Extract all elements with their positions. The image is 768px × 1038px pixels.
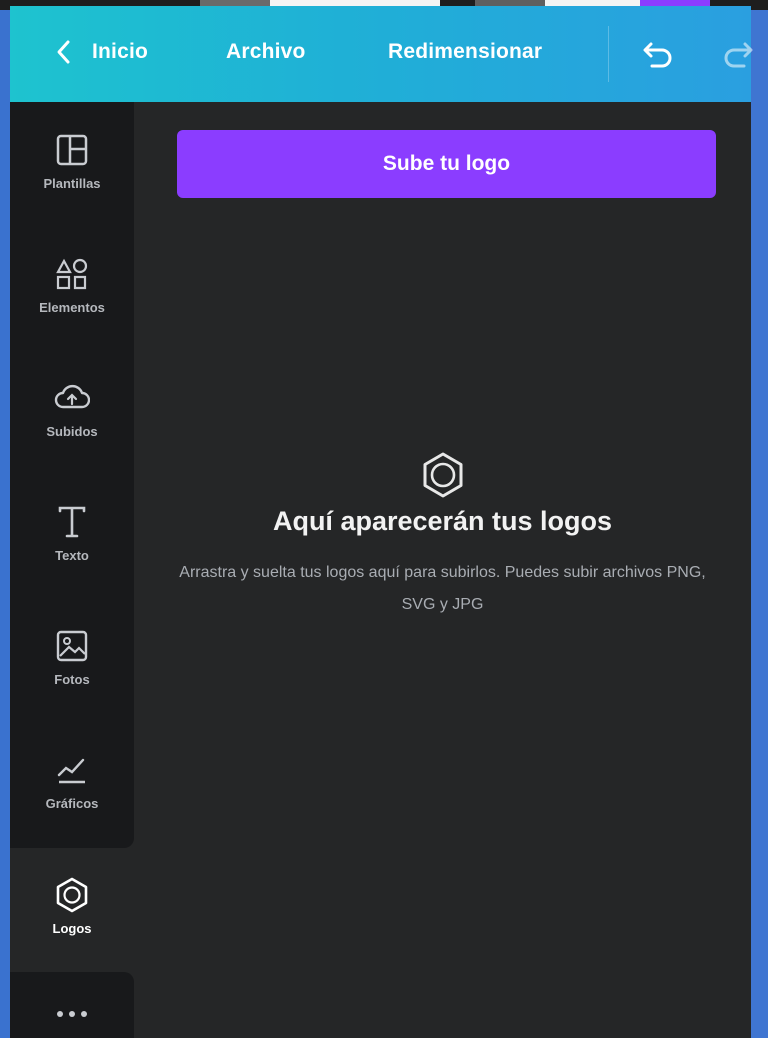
redo-icon[interactable] (718, 34, 758, 74)
sidebar: Plantillas Elementos Subidos Texto Fotos… (10, 102, 134, 1038)
back-chevron-icon[interactable] (48, 32, 78, 72)
background-right-edge (750, 10, 768, 1038)
sidebar-item-label: Logos (52, 921, 92, 936)
text-icon (52, 502, 92, 542)
upload-logo-button[interactable]: Sube tu logo (177, 130, 716, 198)
sidebar-item-logos[interactable]: Logos (10, 847, 134, 957)
resize-button[interactable]: Redimensionar (388, 40, 542, 64)
home-link[interactable]: Inicio (92, 40, 148, 64)
sidebar-item-elementos[interactable]: Elementos (10, 226, 134, 336)
sidebar-item-subidos[interactable]: Subidos (10, 350, 134, 460)
undo-icon[interactable] (638, 34, 678, 74)
sidebar-item-label: Subidos (46, 424, 98, 439)
photos-icon (52, 626, 92, 666)
more-dots-icon (52, 994, 92, 1034)
templates-icon (52, 130, 92, 170)
logos-hexagon-icon (52, 875, 92, 915)
logos-hexagon-icon (418, 450, 468, 500)
logos-empty-state: Aquí aparecerán tus logos Arrastra y sue… (134, 450, 751, 621)
sidebar-item-label: Fotos (54, 672, 90, 687)
sidebar-item-more[interactable] (10, 976, 134, 1036)
sidebar-item-label: Plantillas (43, 176, 101, 191)
sidebar-item-label: Texto (55, 548, 89, 563)
file-menu-button[interactable]: Archivo (226, 40, 306, 64)
sidebar-item-plantillas[interactable]: Plantillas (10, 102, 134, 212)
sidebar-item-texto[interactable]: Texto (10, 474, 134, 584)
sidebar-item-label: Gráficos (45, 796, 99, 811)
background-left-edge (0, 10, 10, 1038)
graphics-icon (52, 750, 92, 790)
sidebar-item-graficos[interactable]: Gráficos (10, 722, 134, 832)
empty-state-description: Arrastra y suelta tus logos aquí para su… (179, 564, 706, 613)
header-divider (608, 26, 609, 82)
empty-state-title: Aquí aparecerán tus logos (272, 506, 613, 536)
sidebar-item-label: Elementos (39, 300, 105, 315)
sidebar-item-fotos[interactable]: Fotos (10, 598, 134, 708)
elements-icon (52, 254, 92, 294)
editor-header: Inicio Archivo Redimensionar (10, 6, 753, 102)
upload-cloud-icon (52, 378, 92, 418)
